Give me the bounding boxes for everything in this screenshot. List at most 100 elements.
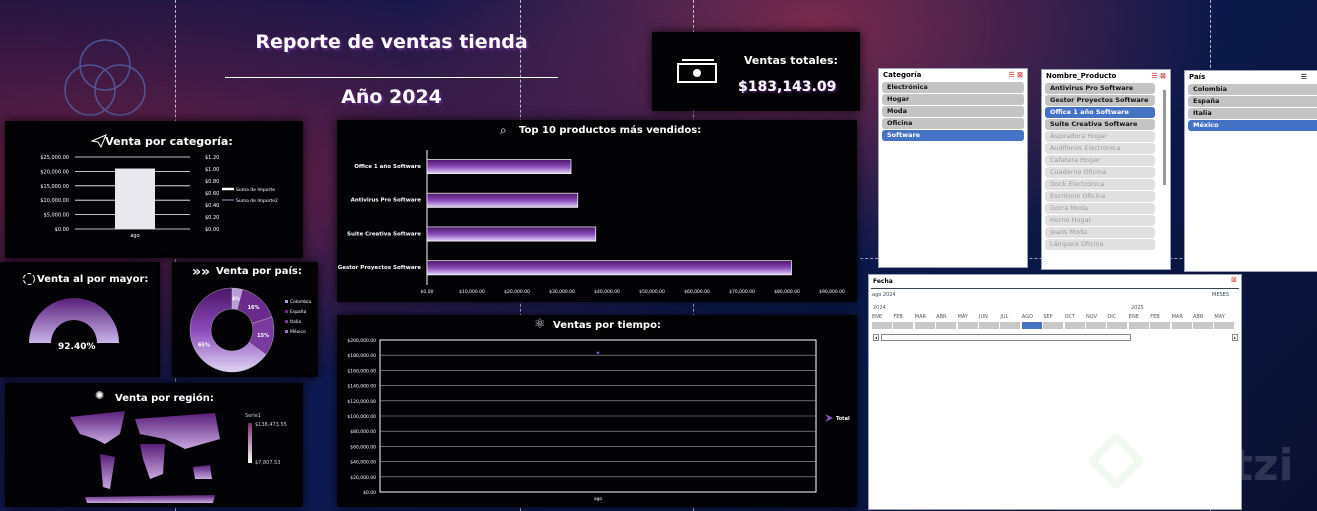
slicer-item[interactable]: España <box>1188 96 1317 107</box>
data-label: 16% <box>248 305 260 311</box>
timeline-month[interactable]: MAY <box>1214 314 1235 329</box>
month-tile[interactable] <box>1107 322 1128 329</box>
slicer-item[interactable]: Audífonos Electrónica <box>1045 143 1155 154</box>
timeline-month[interactable]: ENE <box>1128 314 1149 329</box>
category-label: Office 1 año Software <box>354 164 421 170</box>
month-tile[interactable] <box>1150 322 1171 329</box>
slicer-item[interactable]: Cafetera Hogar <box>1045 155 1155 166</box>
slicer-item[interactable]: Office 1 año Software <box>1045 107 1155 118</box>
slicer-item[interactable]: Lámpara Oficina <box>1045 239 1155 250</box>
country-chart-panel: »» Venta por país: 4% 16% 15% 65% Colombia Es… <box>172 262 318 377</box>
y-tick-label: $10,000.00 <box>40 198 69 204</box>
month-label: OCT <box>1064 314 1076 320</box>
y-tick-label: $180,000.00 <box>347 353 376 359</box>
timeline-month[interactable]: FEB <box>1150 314 1171 329</box>
map-legend-gradient <box>248 423 252 463</box>
month-tile[interactable] <box>1064 322 1085 329</box>
legend-label: México <box>290 328 306 335</box>
clear-filter-icon[interactable]: ⊠ <box>1231 276 1237 284</box>
slicer-producto: Nombre_Producto ☰ ⊠ Antivirus Pro Softwar… <box>1041 69 1171 270</box>
timeline-month[interactable]: MAR <box>1171 314 1192 329</box>
slicer-item[interactable]: Escritorio Oficina <box>1045 191 1155 202</box>
timeline-month[interactable]: AGO <box>1021 314 1042 329</box>
category-label: Suite Creativa Software <box>347 231 421 237</box>
month-tile[interactable] <box>957 322 978 329</box>
slicer-item[interactable]: Jeans Moda <box>1045 227 1155 238</box>
y2-tick-label: $0.80 <box>205 179 219 185</box>
x-tick-label: ago <box>130 233 139 239</box>
timeline-month[interactable]: DIC <box>1107 314 1128 329</box>
legend-swatch <box>285 320 288 323</box>
y-tick-label: $20,000.00 <box>350 475 376 481</box>
timeline-month[interactable]: OCT <box>1064 314 1085 329</box>
legend-label: Suma de Importe2 <box>236 198 278 204</box>
slicer-item[interactable]: Gestor Proyectos Software <box>1045 95 1155 106</box>
multi-select-icon[interactable]: ☰ <box>1301 73 1307 81</box>
slicer-item[interactable]: Hogar <box>882 94 1024 105</box>
legend-swatch <box>285 330 288 333</box>
total-sales-label: Ventas totales: <box>744 54 838 67</box>
timeline-scrollbar[interactable] <box>881 334 1131 341</box>
slicer-item[interactable]: Software <box>882 130 1024 141</box>
slicer-item[interactable]: Suite Creativa Software <box>1045 119 1155 130</box>
year-label: Año 2024 <box>341 86 442 108</box>
month-tile[interactable] <box>872 322 892 329</box>
month-tile[interactable] <box>936 322 957 329</box>
scroll-right-button[interactable]: ▸ <box>1232 334 1238 341</box>
month-tile[interactable] <box>1021 322 1042 329</box>
x-tick-label: $90,000.00 <box>819 289 845 295</box>
slicer-item[interactable]: Italia <box>1188 108 1317 119</box>
month-tile[interactable] <box>1214 322 1235 329</box>
timeline-month[interactable]: NOV <box>1086 314 1106 329</box>
timeline-month[interactable]: JUL <box>1000 314 1021 329</box>
scroll-left-button[interactable]: ◂ <box>873 334 879 341</box>
month-tile[interactable] <box>1043 322 1064 329</box>
y-tick-label: $15,000.00 <box>40 184 69 190</box>
clear-filter-icon[interactable]: ☰ ⊠ <box>1151 72 1166 80</box>
slicer-scrollbar[interactable] <box>1163 90 1166 185</box>
month-tile[interactable] <box>1171 322 1192 329</box>
month-tile[interactable] <box>1000 322 1021 329</box>
slicer-item[interactable]: Horno Hogar <box>1045 215 1155 226</box>
timeline-month[interactable]: SEP <box>1043 314 1064 329</box>
slicer-item[interactable]: Aspiradora Hogar <box>1045 131 1155 142</box>
month-label: ABR <box>1193 314 1204 320</box>
slicer-item[interactable]: Electrónica <box>882 82 1024 93</box>
chevrons-icon: »» <box>192 264 211 280</box>
slicer-item[interactable]: Oficina <box>882 118 1024 129</box>
timeline-month[interactable]: ABR <box>936 314 957 329</box>
slicer-item[interactable]: Colombia <box>1188 84 1317 95</box>
slicer-item[interactable]: Gorra Moda <box>1045 203 1155 214</box>
timeline-month[interactable]: MAR <box>914 314 935 329</box>
data-label: 15% <box>257 333 269 339</box>
y-tick-label: $25,000.00 <box>40 155 69 161</box>
region-map-title: Venta por región: <box>115 393 214 404</box>
timeline-month[interactable]: ABR <box>1193 314 1213 329</box>
timeline-month[interactable]: FEB <box>893 314 914 329</box>
total-sales-card: Ventas totales: $183,143.09 <box>652 32 860 111</box>
month-label: DIC <box>1107 314 1117 320</box>
month-tile[interactable] <box>914 322 935 329</box>
timeline-level-dropdown[interactable]: MESES <box>1212 292 1229 298</box>
month-tile[interactable] <box>893 322 914 329</box>
bar <box>426 192 579 208</box>
slicer-item[interactable]: Antivirus Pro Software <box>1045 83 1155 94</box>
month-tile[interactable] <box>1193 322 1213 329</box>
timeline-month[interactable]: ENE <box>872 314 892 329</box>
slicer-item[interactable]: México <box>1188 120 1317 131</box>
month-tile[interactable] <box>1086 322 1106 329</box>
month-tile[interactable] <box>1128 322 1149 329</box>
timeline-month[interactable]: JUN <box>979 314 999 329</box>
slicer-pais-title: País <box>1189 73 1206 81</box>
top-products-panel: ⌕ Top 10 productos más vendidos: Office … <box>337 120 857 302</box>
lightbulb-icon: ✺ <box>95 389 105 402</box>
clear-filter-icon[interactable]: ☰ ⊠ <box>1008 71 1023 79</box>
slicer-item[interactable]: Dock Electrónica <box>1045 179 1155 190</box>
month-tile[interactable] <box>979 322 999 329</box>
slicer-item[interactable]: Cuaderno Oficina <box>1045 167 1155 178</box>
month-label: ENE <box>1128 314 1139 320</box>
timeline-title: Fecha <box>873 278 893 285</box>
slicer-item[interactable]: Moda <box>882 106 1024 117</box>
timeline-month[interactable]: MAY <box>957 314 978 329</box>
bar <box>426 226 597 242</box>
